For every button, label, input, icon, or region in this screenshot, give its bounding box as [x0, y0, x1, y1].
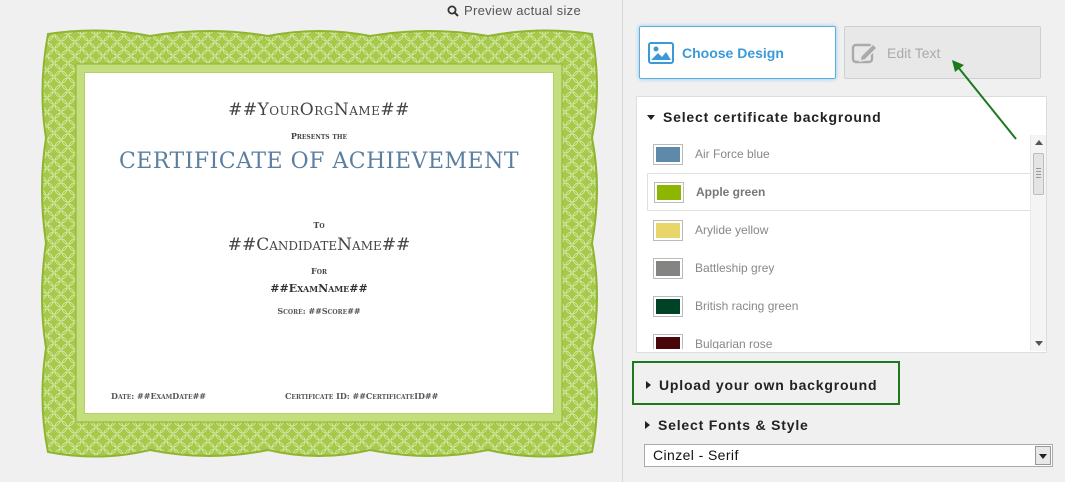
color-swatch	[653, 219, 683, 241]
scroll-up-icon[interactable]	[1035, 140, 1043, 145]
certificate-editor: Preview actual size ##YourOrgName## Pres…	[0, 0, 1065, 482]
color-swatch	[653, 333, 683, 349]
presents-label: Presents the	[290, 131, 348, 141]
exam-date-label: Date: ##ExamDate##	[111, 391, 206, 401]
background-list-item[interactable]: Apple green	[647, 173, 1031, 211]
preview-actual-size-link[interactable]: Preview actual size	[447, 3, 581, 18]
certificate-body: ##YourOrgName## Presents the Certificate…	[84, 72, 554, 414]
background-list-item[interactable]: Battleship grey	[647, 249, 1031, 287]
image-icon	[648, 41, 674, 64]
org-name: ##YourOrgName##	[228, 100, 410, 120]
search-icon	[447, 5, 459, 17]
select-background-heading-label: Select certificate background	[663, 109, 882, 125]
for-label: For	[311, 266, 327, 276]
background-item-label: Apple green	[696, 185, 766, 199]
color-swatch	[653, 295, 683, 317]
certificate-preview: ##YourOrgName## Presents the Certificate…	[40, 28, 598, 458]
upload-background-heading[interactable]: Upload your own background	[646, 377, 877, 393]
chevron-down-icon[interactable]	[1035, 446, 1051, 465]
score-label: Score: ##Score##	[277, 306, 361, 316]
preview-link-label: Preview actual size	[464, 3, 581, 18]
fonts-style-label: Select Fonts & Style	[658, 417, 809, 433]
select-background-heading[interactable]: Select certificate background	[647, 109, 882, 125]
upload-background-label: Upload your own background	[659, 377, 878, 393]
background-list-scrollbar[interactable]	[1030, 135, 1046, 351]
caret-right-icon	[646, 381, 651, 389]
candidate-name: ##CandidateName##	[227, 235, 411, 255]
color-swatch	[653, 143, 683, 165]
edit-text-button[interactable]: Edit Text	[844, 26, 1041, 79]
pane-divider	[622, 0, 623, 482]
certificate-id-label: Certificate ID: ##CertificateID##	[285, 391, 439, 401]
background-item-label: Bulgarian rose	[695, 337, 773, 349]
fonts-style-heading[interactable]: Select Fonts & Style	[645, 417, 809, 433]
edit-icon	[851, 42, 879, 63]
color-swatch	[654, 181, 684, 203]
background-list-item[interactable]: Arylide yellow	[647, 211, 1031, 249]
background-item-label: Air Force blue	[695, 147, 770, 161]
scroll-down-icon[interactable]	[1035, 341, 1043, 346]
background-item-label: Arylide yellow	[695, 223, 769, 237]
font-select-value: Cinzel - Serif	[653, 447, 739, 463]
choose-design-label: Choose Design	[682, 44, 784, 61]
edit-text-label: Edit Text	[887, 44, 941, 61]
font-select[interactable]: Cinzel - Serif	[644, 444, 1053, 467]
color-swatch	[653, 257, 683, 279]
caret-right-icon	[645, 421, 650, 429]
to-label: To	[313, 220, 325, 230]
scrollbar-thumb[interactable]	[1033, 153, 1044, 195]
exam-name: ##ExamName##	[270, 282, 368, 295]
upload-background-highlight: Upload your own background	[632, 361, 900, 405]
background-list-item[interactable]: Bulgarian rose	[647, 325, 1031, 349]
background-list: Air Force blue Apple green Arylide yellow B…	[647, 135, 1031, 349]
background-item-label: Battleship grey	[695, 261, 775, 275]
background-list-item[interactable]: British racing green	[647, 287, 1031, 325]
choose-design-button[interactable]: Choose Design	[639, 26, 836, 79]
background-selector-panel: Select certificate background Air Force …	[636, 96, 1047, 353]
certificate-title: Certificate of Achievement	[118, 149, 520, 174]
background-item-label: British racing green	[695, 299, 799, 313]
background-list-item[interactable]: Air Force blue	[647, 135, 1031, 173]
caret-down-icon	[647, 114, 655, 120]
